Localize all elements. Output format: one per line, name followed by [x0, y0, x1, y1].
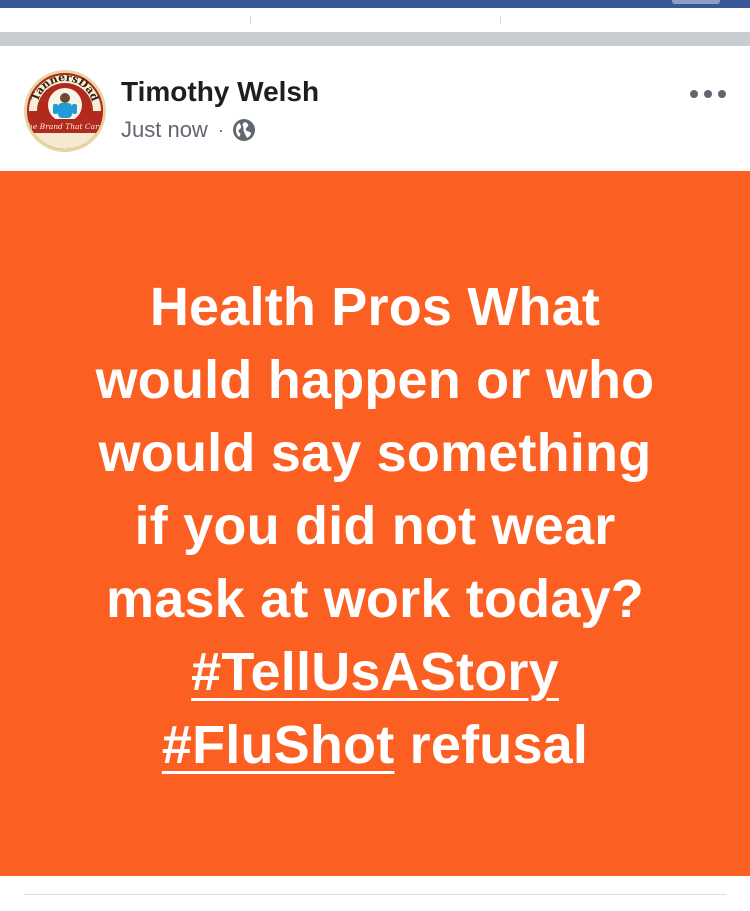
- tannersdad-logo: TannersDad The Brand That Cares: [27, 73, 103, 149]
- status-text: Health Pros What would happen or who wou…: [30, 271, 720, 782]
- post-meta: Just now ·: [121, 115, 256, 145]
- tab-divider: [250, 16, 251, 24]
- more-dot: [718, 90, 726, 98]
- svg-text:The Brand That Cares: The Brand That Cares: [27, 122, 103, 131]
- top-bar-tab-indicator: [672, 0, 720, 4]
- status-line: would happen or who: [95, 349, 655, 410]
- more-dot: [690, 90, 698, 98]
- more-options-icon[interactable]: [690, 82, 726, 106]
- status-line: if you did not wear: [134, 495, 616, 556]
- app-top-bar: [0, 0, 750, 8]
- more-dot: [704, 90, 712, 98]
- post-timestamp[interactable]: Just now: [121, 117, 208, 143]
- tab-divider: [500, 16, 501, 24]
- globe-icon[interactable]: [232, 118, 256, 142]
- author-name[interactable]: Timothy Welsh: [121, 76, 319, 108]
- navigation-tab-strip: [0, 8, 750, 32]
- meta-separator: ·: [217, 119, 224, 140]
- status-line: mask at work today?: [106, 568, 644, 629]
- status-line: Health Pros What: [149, 276, 601, 337]
- hashtag-line: #TellUsAStory: [30, 636, 720, 709]
- hashtag-link[interactable]: #TellUsAStory: [191, 642, 559, 702]
- status-trailing-text: refusal: [394, 714, 589, 775]
- hashtag-line: #FluShot refusal: [30, 709, 720, 782]
- post-footer-divider: [24, 894, 726, 895]
- feed-post: TannersDad The Brand That Cares Timothy …: [0, 46, 750, 911]
- author-avatar[interactable]: TannersDad The Brand That Cares: [24, 70, 106, 152]
- feed-gap: [0, 32, 750, 46]
- post-header: TannersDad The Brand That Cares Timothy …: [0, 46, 750, 171]
- status-background-card: Health Pros What would happen or who wou…: [0, 171, 750, 876]
- status-line: would say something: [98, 422, 652, 483]
- hashtag-link[interactable]: #FluShot: [162, 715, 395, 775]
